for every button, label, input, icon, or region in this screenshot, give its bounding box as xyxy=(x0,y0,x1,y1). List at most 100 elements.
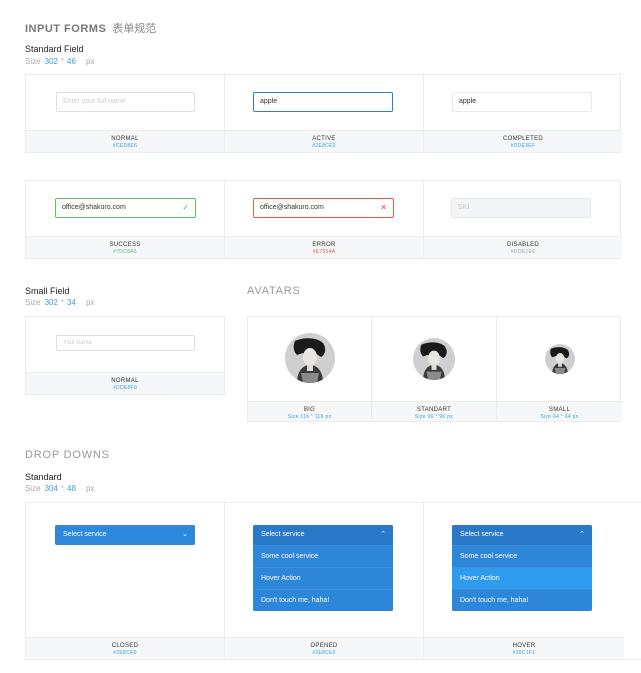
dropdown-option[interactable]: Hover Action xyxy=(253,567,393,589)
avatar-big xyxy=(285,333,335,383)
completed-input[interactable]: apple xyxy=(452,92,592,112)
size-width: 302 xyxy=(44,57,58,66)
size-width: 302 xyxy=(44,298,58,307)
dropdowns-title: DROP DOWNS xyxy=(25,449,110,461)
dropdown-closed-cell: Select service ⌄ CLOSED #2E8CE0 xyxy=(26,503,225,659)
dropdown-head[interactable]: Select service ⌄ xyxy=(55,525,195,545)
size-times: * xyxy=(60,298,65,307)
input-forms-title: INPUT FORMS 表单规范 xyxy=(25,20,156,36)
field-error-caption: ERROR #E7554A xyxy=(225,236,423,258)
state-hex: #2E8CE0 xyxy=(312,650,336,656)
field-completed-cell: apple COMPLETED #DDE3EF xyxy=(424,75,622,152)
size-unit: px xyxy=(85,57,95,66)
small-field-caption: NORMAL #DDE8F0 xyxy=(26,372,224,394)
dropdown-option[interactable]: Some cool service xyxy=(452,545,592,567)
state-hex: #2E8CE0 xyxy=(312,143,336,149)
section-title: INPUT FORMS xyxy=(25,23,107,35)
small-field-panel: Your name NORMAL #DDE8F0 xyxy=(25,316,225,395)
chevron-up-icon: ⌃ xyxy=(380,531,386,538)
avatar-standart-caption: STANDART Size 96 * 96 px xyxy=(372,401,496,421)
state-hex: #DDE1E6 xyxy=(510,249,536,255)
dropdown-hover-cell: Select service ⌃ Some cool service Hover… xyxy=(424,503,624,659)
select-service-dropdown-hover[interactable]: Select service ⌃ Some cool service Hover… xyxy=(452,525,592,611)
avatars-panel: BIG Size 116 * 116 px STANDART Size 96 *… xyxy=(247,316,622,422)
standard-field-label: Standard Field xyxy=(25,44,84,54)
dropdown-standard-size: Size 304 * 48 px xyxy=(25,484,94,493)
state-label: DISABLED xyxy=(506,242,540,248)
dropdown-option[interactable]: Some cool service xyxy=(253,545,393,567)
chevron-up-icon: ⌃ xyxy=(579,531,585,538)
state-hex: #DDE8F0 xyxy=(112,385,138,391)
state-hex: #38C1F1 xyxy=(512,650,536,656)
avatar-size: Size 96 * 96 px xyxy=(414,414,454,420)
input-row-2-panel: office@shakuro.com ✓ SUCCESS #7DC8A6 off… xyxy=(25,180,622,259)
field-active-cell: apple ACTIVE #2E8CE0 xyxy=(225,75,424,152)
active-input[interactable]: apple xyxy=(253,92,393,112)
state-label: ACTIVE xyxy=(312,136,336,142)
size-unit: px xyxy=(85,484,95,493)
size-prefix: Size xyxy=(25,57,41,66)
success-input-value: office@shakuro.com xyxy=(62,204,126,211)
field-disabled-caption: DISABLED #DDE1E6 xyxy=(424,236,622,258)
field-success-caption: SUCCESS #7DC8A6 xyxy=(26,236,224,258)
avatar-label: STANDART xyxy=(416,407,452,413)
error-input[interactable]: office@shakuro.com ✕ xyxy=(253,198,394,218)
state-label: NORMAL xyxy=(111,136,139,142)
dropdown-hover-caption: HOVER #38C1F1 xyxy=(424,637,624,659)
size-times: * xyxy=(60,57,65,66)
success-input[interactable]: office@shakuro.com ✓ xyxy=(55,198,196,218)
dropdown-opened-cell: Select service ⌃ Some cool service Hover… xyxy=(225,503,424,659)
dropdown-head-label: Select service xyxy=(261,531,305,538)
dropdown-head[interactable]: Select service ⌃ xyxy=(253,525,393,545)
dropdown-standard-label: Standard xyxy=(25,472,62,482)
select-service-dropdown-opened[interactable]: Select service ⌃ Some cool service Hover… xyxy=(253,525,393,611)
field-completed-caption: COMPLETED #DDE3EF xyxy=(424,130,622,152)
dropdown-closed-caption: CLOSED #2E8CE0 xyxy=(26,637,224,659)
select-service-dropdown-closed[interactable]: Select service ⌄ xyxy=(55,525,195,545)
full-name-input[interactable]: Enter your full name xyxy=(56,92,195,112)
avatar-small xyxy=(545,344,575,374)
standard-field-size: Size 302 * 46 px xyxy=(25,57,94,66)
dropdown-head[interactable]: Select service ⌃ xyxy=(452,525,592,545)
size-times: * xyxy=(60,484,65,493)
size-prefix: Size xyxy=(25,484,41,493)
avatar-size: Size 116 * 116 px xyxy=(287,414,332,420)
field-normal-cell: Enter your full name NORMAL #CED8E6 xyxy=(26,75,225,152)
state-label: COMPLETED xyxy=(502,136,544,142)
state-hex: #7DC8A6 xyxy=(113,249,137,255)
dropdown-option[interactable]: Don't touch me, haha! xyxy=(452,589,592,611)
state-label: OPENED xyxy=(310,643,338,649)
small-field-cell: Your name NORMAL #DDE8F0 xyxy=(26,317,224,394)
size-height: 34 xyxy=(67,298,76,307)
dropdown-head-label: Select service xyxy=(460,531,504,538)
avatar-label: SMALL xyxy=(548,407,571,413)
size-unit: px xyxy=(85,298,95,307)
size-width: 304 xyxy=(44,484,58,493)
small-field-size: Size 302 * 34 px xyxy=(25,298,94,307)
state-label: ERROR xyxy=(312,242,336,248)
your-name-input[interactable]: Your name xyxy=(56,335,195,351)
chevron-down-icon: ⌄ xyxy=(182,531,188,538)
size-height: 48 xyxy=(67,484,76,493)
state-hex: #CED8E6 xyxy=(112,143,138,149)
field-error-cell: office@shakuro.com ✕ ERROR #E7554A xyxy=(225,181,424,258)
field-normal-caption: NORMAL #CED8E6 xyxy=(26,130,224,152)
avatar-standart xyxy=(413,338,455,380)
avatars-title: AVATARS xyxy=(247,285,301,297)
dropdown-option-hovered[interactable]: Hover Action xyxy=(452,567,592,589)
dropdown-option[interactable]: Don't touch me, haha! xyxy=(253,589,393,611)
dropdowns-panel: Select service ⌄ CLOSED #2E8CE0 Select s… xyxy=(25,502,641,660)
error-input-value: office@shakuro.com xyxy=(260,204,324,211)
size-prefix: Size xyxy=(25,298,41,307)
check-icon: ✓ xyxy=(182,203,189,212)
avatar-small-caption: SMALL Size 64 * 64 px xyxy=(497,401,622,421)
small-field-label: Small Field xyxy=(25,286,70,296)
field-disabled-cell: SKI DISABLED #DDE1E6 xyxy=(424,181,622,258)
disabled-input: SKI xyxy=(451,198,591,218)
avatar-big-caption: BIG Size 116 * 116 px xyxy=(248,401,371,421)
state-label: HOVER xyxy=(512,643,536,649)
state-hex: #2E8CE0 xyxy=(113,650,137,656)
avatar-size: Size 64 * 64 px xyxy=(540,414,579,420)
state-label: SUCCESS xyxy=(109,242,141,248)
field-success-cell: office@shakuro.com ✓ SUCCESS #7DC8A6 xyxy=(26,181,225,258)
